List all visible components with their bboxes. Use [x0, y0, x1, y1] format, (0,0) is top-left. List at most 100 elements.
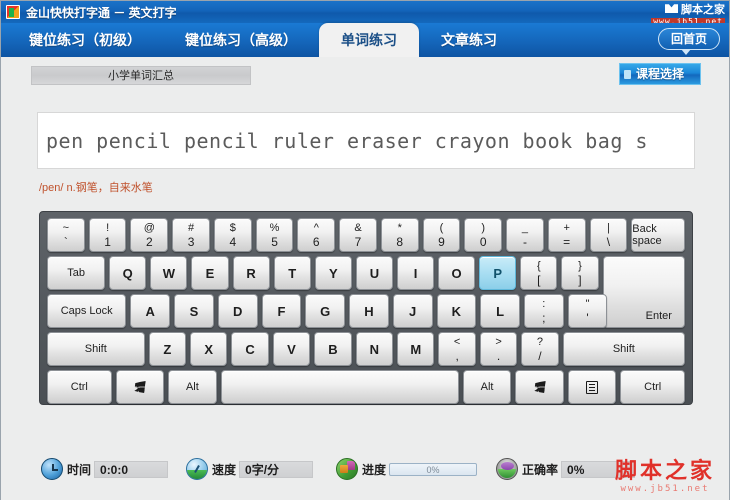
key-n[interactable]: N [355, 332, 394, 366]
key-3[interactable]: #3 [172, 218, 210, 252]
time-label: 时间 [67, 462, 92, 477]
course-name-field[interactable]: 小学单词汇总 [31, 66, 251, 85]
key-g[interactable]: G [305, 294, 346, 328]
key-bracket-right[interactable]: }] [561, 256, 599, 290]
key-top-legend: % [269, 221, 280, 234]
key-space[interactable] [220, 370, 459, 404]
key-bottom-legend: 9 [438, 234, 445, 249]
key-ctrl-right[interactable]: Ctrl [620, 370, 685, 404]
word-definition-hint: /pen/ n.钢笔，自来水笔 [39, 182, 153, 194]
key-v[interactable]: V [272, 332, 311, 366]
key-shift-left[interactable]: Shift [47, 332, 145, 366]
key-5[interactable]: % 5 [255, 218, 294, 252]
key-h[interactable]: H [349, 294, 389, 328]
key-alt-left[interactable]: Alt [168, 370, 217, 404]
course-select-button[interactable]: 课程选择 [619, 63, 701, 85]
key-semicolon[interactable]: :; [523, 294, 564, 328]
key-o[interactable]: O [438, 256, 476, 290]
key-f[interactable]: F [261, 294, 302, 328]
tab-bar: 键位练习（初级） 键位练习（高级） 单词练习 文章练习 回首页 [1, 23, 729, 57]
key-i[interactable]: I [396, 256, 435, 290]
key-bottom-legend: - [522, 234, 527, 249]
key-b[interactable]: B [314, 332, 352, 366]
key-backspace[interactable]: Back space [631, 218, 686, 252]
typing-text-panel[interactable]: pen pencil pencil ruler eraser crayon bo… [37, 112, 695, 169]
key-z[interactable]: Z [148, 332, 186, 366]
key-context-menu[interactable] [567, 370, 617, 404]
clock-icon [41, 458, 63, 480]
key-windows-right[interactable] [515, 370, 564, 404]
progress-label: 进度 [362, 462, 387, 477]
key-minus[interactable]: _ - [506, 218, 544, 252]
key-bottom-legend: ] [578, 272, 582, 287]
key-t[interactable]: T [273, 256, 311, 290]
key-shift-right[interactable]: Shift [562, 332, 686, 366]
tab-keys-advanced[interactable]: 键位练习（高级） [163, 23, 319, 57]
key-bottom-legend: 7 [354, 234, 362, 249]
key-caps-lock[interactable]: Caps Lock [47, 294, 127, 328]
key-r[interactable]: R [232, 256, 270, 290]
key-e[interactable]: E [191, 256, 229, 290]
key-bottom-legend: ; [542, 310, 546, 325]
key-x[interactable]: X [190, 332, 228, 366]
key-p[interactable]: P [479, 256, 517, 290]
key-top-legend: } [578, 259, 582, 272]
key-a[interactable]: A [130, 294, 171, 328]
tab-word-practice[interactable]: 单词练习 [319, 23, 419, 57]
key-l[interactable]: L [480, 294, 520, 328]
key-quote[interactable]: " ' [567, 294, 608, 328]
brand-mark-icon [665, 4, 678, 14]
key-8[interactable]: * 8 [380, 218, 419, 252]
key-bottom-legend: 4 [229, 234, 237, 249]
watermark-brand-url: www.jb51.net [620, 484, 710, 494]
key-enter[interactable]: Enter [602, 256, 685, 328]
status-progress: 进度 0% [336, 458, 478, 480]
key-equal[interactable]: + = [547, 218, 586, 252]
watermark-bottom: 脚本之家 www.jb51.net [615, 461, 715, 494]
key-top-legend: & [354, 221, 362, 234]
key-top-legend: # [188, 221, 195, 234]
time-value: 0:0:0 [94, 460, 169, 478]
progress-percent-text: 0% [426, 464, 440, 475]
key-4[interactable]: $4 [213, 218, 252, 252]
key-1[interactable]: ! 1 [88, 218, 127, 252]
key-slash[interactable]: ? / [521, 332, 559, 366]
key-m[interactable]: M [397, 332, 435, 366]
key-6[interactable]: ^ 6 [297, 218, 336, 252]
window-title: 金山快快打字通 － 英文打字 [26, 5, 177, 20]
key-bottom-legend: 8 [396, 234, 404, 249]
key-d[interactable]: D [217, 294, 258, 328]
key-backquote[interactable]: ~ ` [47, 218, 85, 252]
key-k[interactable]: K [436, 294, 477, 328]
home-button[interactable]: 回首页 [658, 28, 720, 55]
key-bottom-legend: 2 [145, 234, 153, 249]
key-c[interactable]: C [231, 332, 269, 366]
key-y[interactable]: Y [314, 256, 352, 290]
key-w[interactable]: W [150, 256, 188, 290]
progress-icon [336, 458, 358, 480]
key-j[interactable]: J [392, 294, 433, 328]
key-top-legend: $ [229, 221, 236, 234]
key-7[interactable]: & 7 [339, 218, 377, 252]
tab-keys-basic[interactable]: 键位练习（初级） [7, 23, 163, 57]
key-9[interactable]: (9 [422, 218, 461, 252]
key-alt-right[interactable]: Alt [462, 370, 512, 404]
key-bracket-left[interactable]: {[ [520, 256, 558, 290]
key-backslash[interactable]: | \ [589, 218, 628, 252]
tab-article-practice[interactable]: 文章练习 [419, 23, 519, 57]
key-period[interactable]: >. [479, 332, 518, 366]
key-s[interactable]: S [174, 294, 214, 328]
key-comma[interactable]: <, [438, 332, 476, 366]
typing-target-text: pen pencil pencil ruler eraser crayon bo… [46, 128, 648, 153]
key-windows-left[interactable] [115, 370, 165, 404]
key-u[interactable]: U [355, 256, 393, 290]
key-ctrl-left[interactable]: Ctrl [47, 370, 112, 404]
key-0[interactable]: ) 0 [464, 218, 503, 252]
key-q[interactable]: Q [109, 256, 147, 290]
key-bottom-legend: / [538, 348, 542, 363]
key-tab[interactable]: Tab [47, 256, 106, 290]
keyboard-row-number: ~ ` ! 1 @2 #3 $4 % 5 ^ 6 & 7 * 8 (9 ) 0 _ - + = |… [47, 218, 686, 252]
key-2[interactable]: @2 [130, 218, 169, 252]
key-top-legend: : [542, 297, 546, 310]
status-speed: 速度 0字/分 [186, 458, 314, 480]
